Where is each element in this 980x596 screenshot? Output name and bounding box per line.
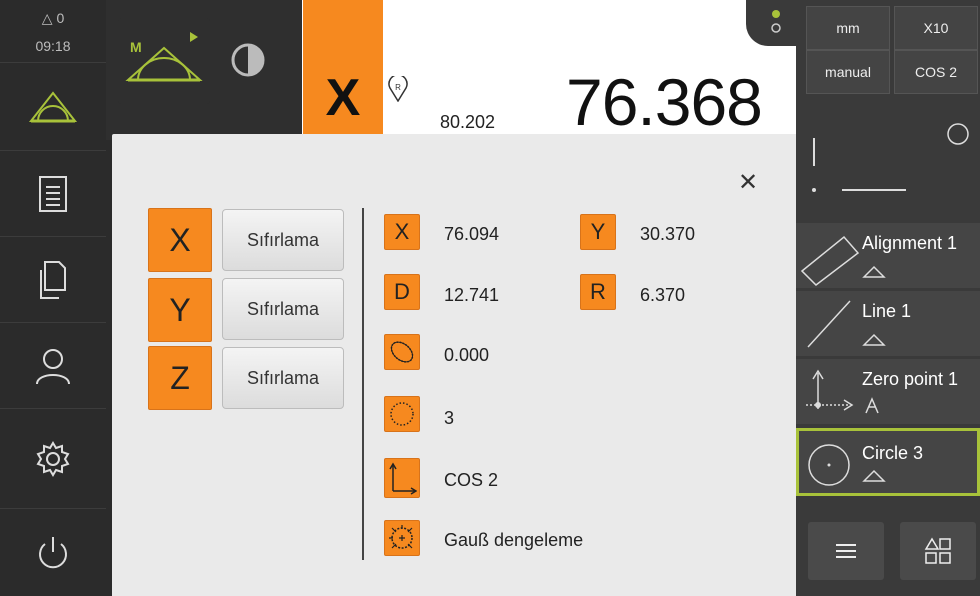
x-result-value: 76.094 [444, 224, 500, 244]
fit-method-value: Gauß dengeleme [444, 530, 584, 550]
menu-button[interactable] [808, 522, 884, 580]
form-error-icon [384, 334, 420, 370]
axis-y-button[interactable]: Y [148, 278, 212, 342]
y-result-value: 30.370 [640, 224, 696, 244]
reset-z-button[interactable]: Sıfırlama [222, 347, 344, 409]
feature-item-line[interactable]: Line 1 [796, 290, 980, 356]
unit-button[interactable]: mm [806, 6, 890, 50]
feature-item-alignment[interactable]: Alignment 1 [796, 222, 980, 288]
radius-icon: R [580, 274, 616, 310]
sidebar-item-user[interactable] [0, 322, 106, 408]
fit-method-icon [384, 520, 420, 556]
svg-text:R: R [395, 83, 401, 92]
sidebar-item-measure[interactable] [0, 62, 106, 150]
point-count-value: 3 [444, 408, 455, 428]
contrast-icon [231, 43, 265, 77]
measure-icon [28, 90, 78, 122]
inspector-panel: mm X10 manual COS 2 Alignment 1 Line 1 Z… [796, 0, 980, 596]
axis-z-button[interactable]: Z [148, 346, 212, 410]
reset-x-button[interactable]: Sıfırlama [222, 209, 344, 271]
warning-indicator[interactable]: △ 0 [0, 10, 106, 27]
form-error-value: 0.000 [444, 345, 490, 365]
axis-label-tile: X [303, 0, 383, 140]
diameter-icon: D [384, 274, 420, 310]
form-error-glyph [390, 341, 414, 363]
report-icon [39, 175, 67, 212]
axis-label: X [325, 69, 361, 127]
sidebar-item-settings[interactable] [0, 408, 106, 508]
sidebar-item-files[interactable] [0, 236, 106, 322]
close-icon[interactable]: ✕ [738, 168, 758, 197]
feature-label: Line 1 [862, 301, 912, 321]
nominal-value: 80.202 [440, 112, 496, 132]
feature-item-circle[interactable]: Circle 3 [796, 428, 980, 496]
warning-icon: △ [41, 10, 53, 26]
feature-label: Alignment 1 [862, 233, 958, 253]
clock: 09:18 [35, 38, 71, 54]
coord-system-value: COS 2 [444, 470, 499, 490]
contrast-tile[interactable] [216, 18, 292, 104]
fit-method-glyph [389, 525, 413, 549]
feature-preview [796, 94, 980, 220]
divider [362, 208, 364, 560]
feature-label: Circle 3 [862, 443, 924, 463]
reference-marker-icon: R [388, 76, 408, 102]
warning-count: 0 [56, 10, 65, 26]
user-icon [36, 348, 70, 384]
radius-value: 6.370 [640, 285, 686, 305]
main-sidebar: △ 0 09:18 [0, 0, 106, 596]
reset-y-button[interactable]: Sıfırlama [222, 278, 344, 340]
measure-mode-tile[interactable]: M [118, 18, 210, 104]
feature-label: Zero point 1 [862, 369, 959, 389]
file-management-icon [40, 260, 66, 299]
position-display: M X R 80.202 76.368 [106, 0, 796, 140]
menu-icon [836, 544, 856, 558]
point-count-glyph [390, 402, 414, 426]
preview-graphic [812, 123, 969, 192]
position-value: 76.368 [566, 65, 763, 139]
gear-icon [36, 440, 70, 477]
axis-x-button[interactable]: X [148, 208, 212, 272]
svg-text:M: M [130, 39, 142, 55]
status-dots [746, 0, 796, 46]
mode-button[interactable]: manual [806, 50, 890, 94]
sidebar-item-power[interactable] [0, 508, 106, 596]
y-result-icon: Y [580, 214, 616, 250]
status-dots-icon [771, 10, 781, 33]
manual-measure-icon: M [125, 32, 203, 82]
status-area: △ 0 09:18 [0, 0, 106, 62]
coord-system-icon [384, 458, 420, 498]
zoom-button[interactable]: X10 [894, 6, 978, 50]
diameter-value: 12.741 [444, 285, 500, 305]
point-count-icon [384, 396, 420, 432]
power-icon [39, 536, 67, 568]
x-result-icon: X [384, 214, 420, 250]
coord-system-button[interactable]: COS 2 [894, 50, 978, 94]
construct-icon [924, 537, 951, 564]
feature-item-zero-point[interactable]: Zero point 1 [796, 358, 980, 424]
coord-system-glyph [389, 462, 417, 495]
construct-button[interactable] [900, 522, 976, 580]
sidebar-item-protocol[interactable] [0, 150, 106, 236]
feature-detail-dialog: ✕ X Sıfırlama Y Sıfırlama Z Sıfırlama X … [112, 134, 796, 596]
